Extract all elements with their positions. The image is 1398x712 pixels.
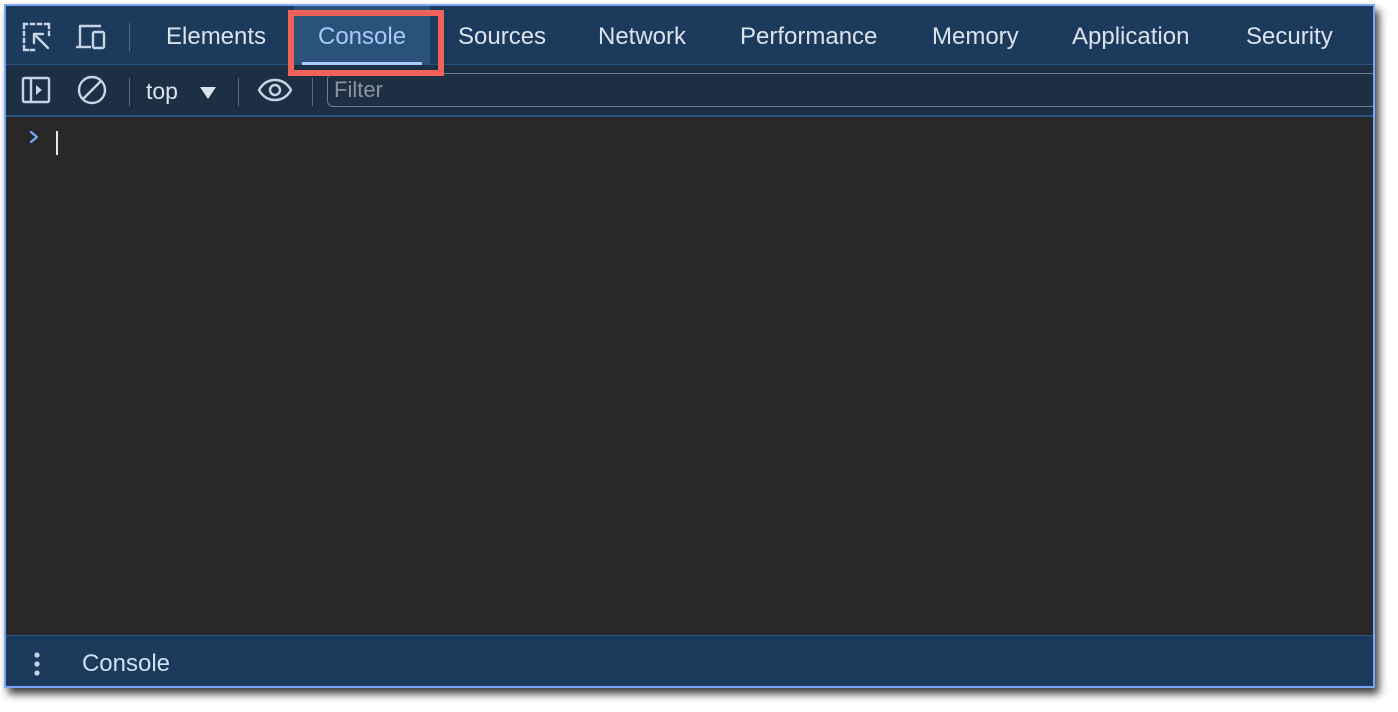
toolbar-divider bbox=[238, 78, 239, 106]
more-options-icon[interactable] bbox=[30, 650, 44, 678]
tab-application[interactable]: Application bbox=[1072, 6, 1189, 65]
context-selector-value: top bbox=[146, 78, 178, 104]
tabbar-divider bbox=[129, 23, 130, 51]
inspect-element-icon[interactable] bbox=[20, 20, 54, 54]
sidebar-toggle-icon[interactable] bbox=[20, 74, 52, 106]
prompt-chevron-icon bbox=[26, 127, 42, 147]
main-tab-bar: Elements Console Sources Network Perform… bbox=[6, 6, 1373, 65]
toolbar-divider bbox=[312, 78, 313, 106]
drawer-tab-console[interactable]: Console bbox=[60, 636, 192, 686]
filter-box[interactable] bbox=[327, 73, 1373, 107]
clear-console-icon[interactable] bbox=[76, 74, 108, 106]
device-toolbar-icon[interactable] bbox=[74, 20, 108, 54]
dropdown-arrow-icon bbox=[200, 87, 216, 99]
toolbar-divider bbox=[129, 78, 130, 106]
tab-performance[interactable]: Performance bbox=[740, 6, 877, 65]
tab-memory[interactable]: Memory bbox=[932, 6, 1019, 65]
console-output[interactable] bbox=[6, 117, 1373, 635]
drawer-bar: Console bbox=[6, 635, 1373, 686]
console-input-caret[interactable] bbox=[56, 131, 58, 155]
filter-input[interactable] bbox=[334, 74, 934, 106]
context-selector[interactable]: top bbox=[146, 75, 216, 107]
tab-network[interactable]: Network bbox=[598, 6, 686, 65]
devtools-window: Elements Console Sources Network Perform… bbox=[4, 4, 1375, 688]
tab-security[interactable]: Security bbox=[1246, 6, 1333, 65]
tab-sources[interactable]: Sources bbox=[458, 6, 546, 65]
tab-console[interactable]: Console bbox=[294, 6, 431, 65]
tab-elements[interactable]: Elements bbox=[166, 6, 266, 65]
eye-icon[interactable] bbox=[257, 74, 293, 106]
console-toolbar: top bbox=[6, 65, 1373, 117]
